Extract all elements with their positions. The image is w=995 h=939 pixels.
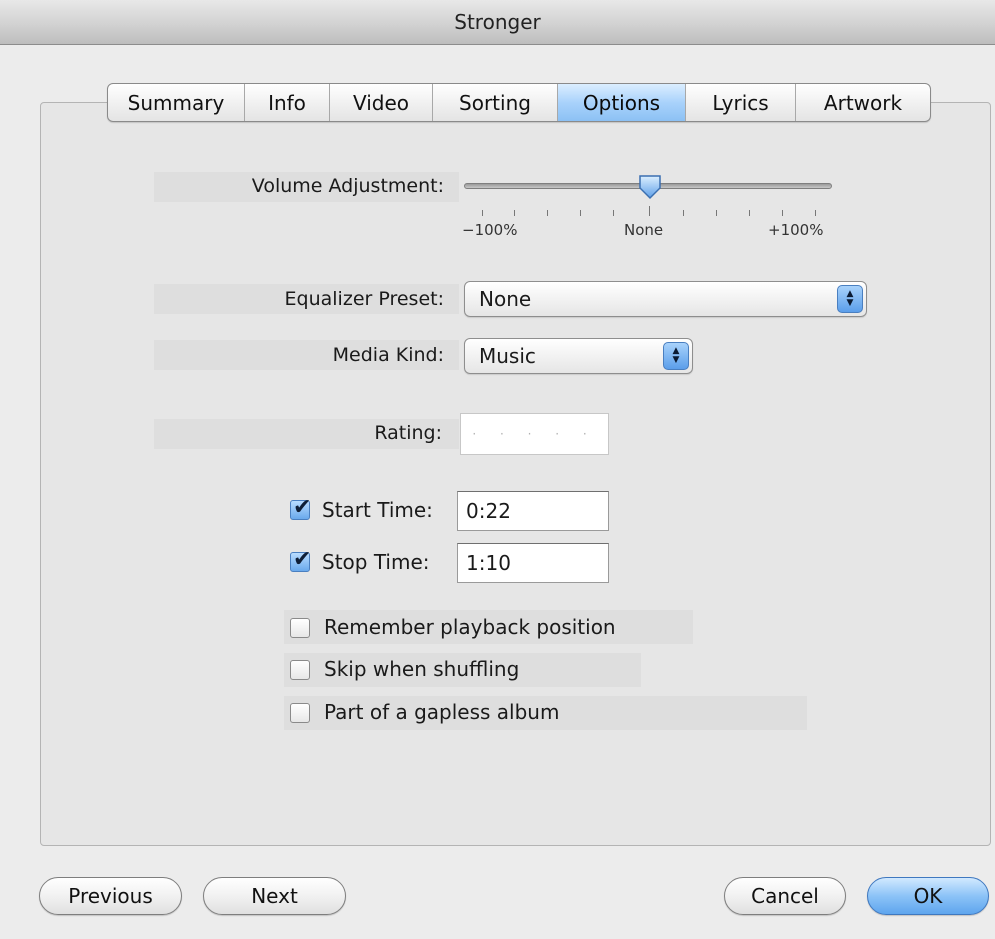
- stop-time-field[interactable]: 1:10: [457, 543, 609, 583]
- start-time-label: Start Time:: [322, 498, 433, 522]
- window-title: Stronger: [454, 10, 541, 34]
- volume-tick-center: [649, 206, 650, 216]
- skip-shuffling-checkbox[interactable]: [290, 660, 310, 680]
- rating-field[interactable]: · · · · ·: [460, 413, 609, 455]
- rating-stars: · · · · ·: [472, 427, 597, 441]
- skip-shuffling-label: Skip when shuffling: [324, 657, 520, 681]
- media-kind-value: Music: [479, 344, 536, 368]
- volume-tick: [782, 210, 783, 216]
- start-time-field[interactable]: 0:22: [457, 491, 609, 531]
- stop-time-checkbox[interactable]: [290, 547, 311, 572]
- media-kind-popup[interactable]: Music ▲ ▼: [464, 338, 693, 374]
- updown-arrows-icon: ▲ ▼: [663, 342, 689, 370]
- volume-tick: [815, 210, 816, 216]
- volume-min-label: −100%: [462, 221, 518, 239]
- remember-playback-label: Remember playback position: [324, 615, 616, 639]
- volume-max-label: +100%: [768, 221, 824, 239]
- tab-artwork[interactable]: Artwork: [796, 84, 930, 121]
- tab-bar: Summary Info Video Sorting Options Lyric…: [107, 83, 931, 122]
- previous-button[interactable]: Previous: [39, 877, 182, 915]
- volume-tick: [683, 210, 684, 216]
- tab-options[interactable]: Options: [558, 84, 686, 121]
- volume-tick: [613, 210, 614, 216]
- remember-playback-checkbox[interactable]: [290, 618, 310, 638]
- equalizer-preset-popup[interactable]: None ▲ ▼: [464, 281, 867, 317]
- tab-sorting[interactable]: Sorting: [433, 84, 558, 121]
- equalizer-preset-label: Equalizer Preset:: [284, 288, 444, 310]
- options-panel: [40, 102, 991, 846]
- next-button[interactable]: Next: [203, 877, 346, 915]
- volume-tick: [716, 210, 717, 216]
- updown-arrows-icon: ▲ ▼: [837, 285, 863, 313]
- volume-tick: [482, 210, 483, 216]
- gapless-album-checkbox[interactable]: [290, 703, 310, 723]
- equalizer-preset-value: None: [479, 287, 532, 311]
- cancel-button[interactable]: Cancel: [724, 877, 846, 915]
- gapless-album-label: Part of a gapless album: [324, 700, 560, 724]
- tab-lyrics[interactable]: Lyrics: [686, 84, 796, 121]
- title-bar: Stronger: [0, 0, 995, 45]
- volume-tick: [514, 210, 515, 216]
- stop-time-label: Stop Time:: [322, 550, 430, 574]
- volume-adjustment-label: Volume Adjustment:: [251, 175, 444, 197]
- volume-mid-label: None: [624, 221, 664, 239]
- volume-tick: [580, 210, 581, 216]
- volume-tick: [749, 210, 750, 216]
- start-time-checkbox[interactable]: [290, 495, 311, 520]
- ok-button[interactable]: OK: [867, 877, 989, 915]
- tab-summary[interactable]: Summary: [108, 84, 245, 121]
- media-kind-label: Media Kind:: [332, 344, 444, 366]
- volume-tick: [547, 210, 548, 216]
- tab-info[interactable]: Info: [245, 84, 330, 121]
- rating-label: Rating:: [374, 422, 442, 444]
- tab-video[interactable]: Video: [330, 84, 433, 121]
- volume-slider-knob[interactable]: [637, 174, 663, 200]
